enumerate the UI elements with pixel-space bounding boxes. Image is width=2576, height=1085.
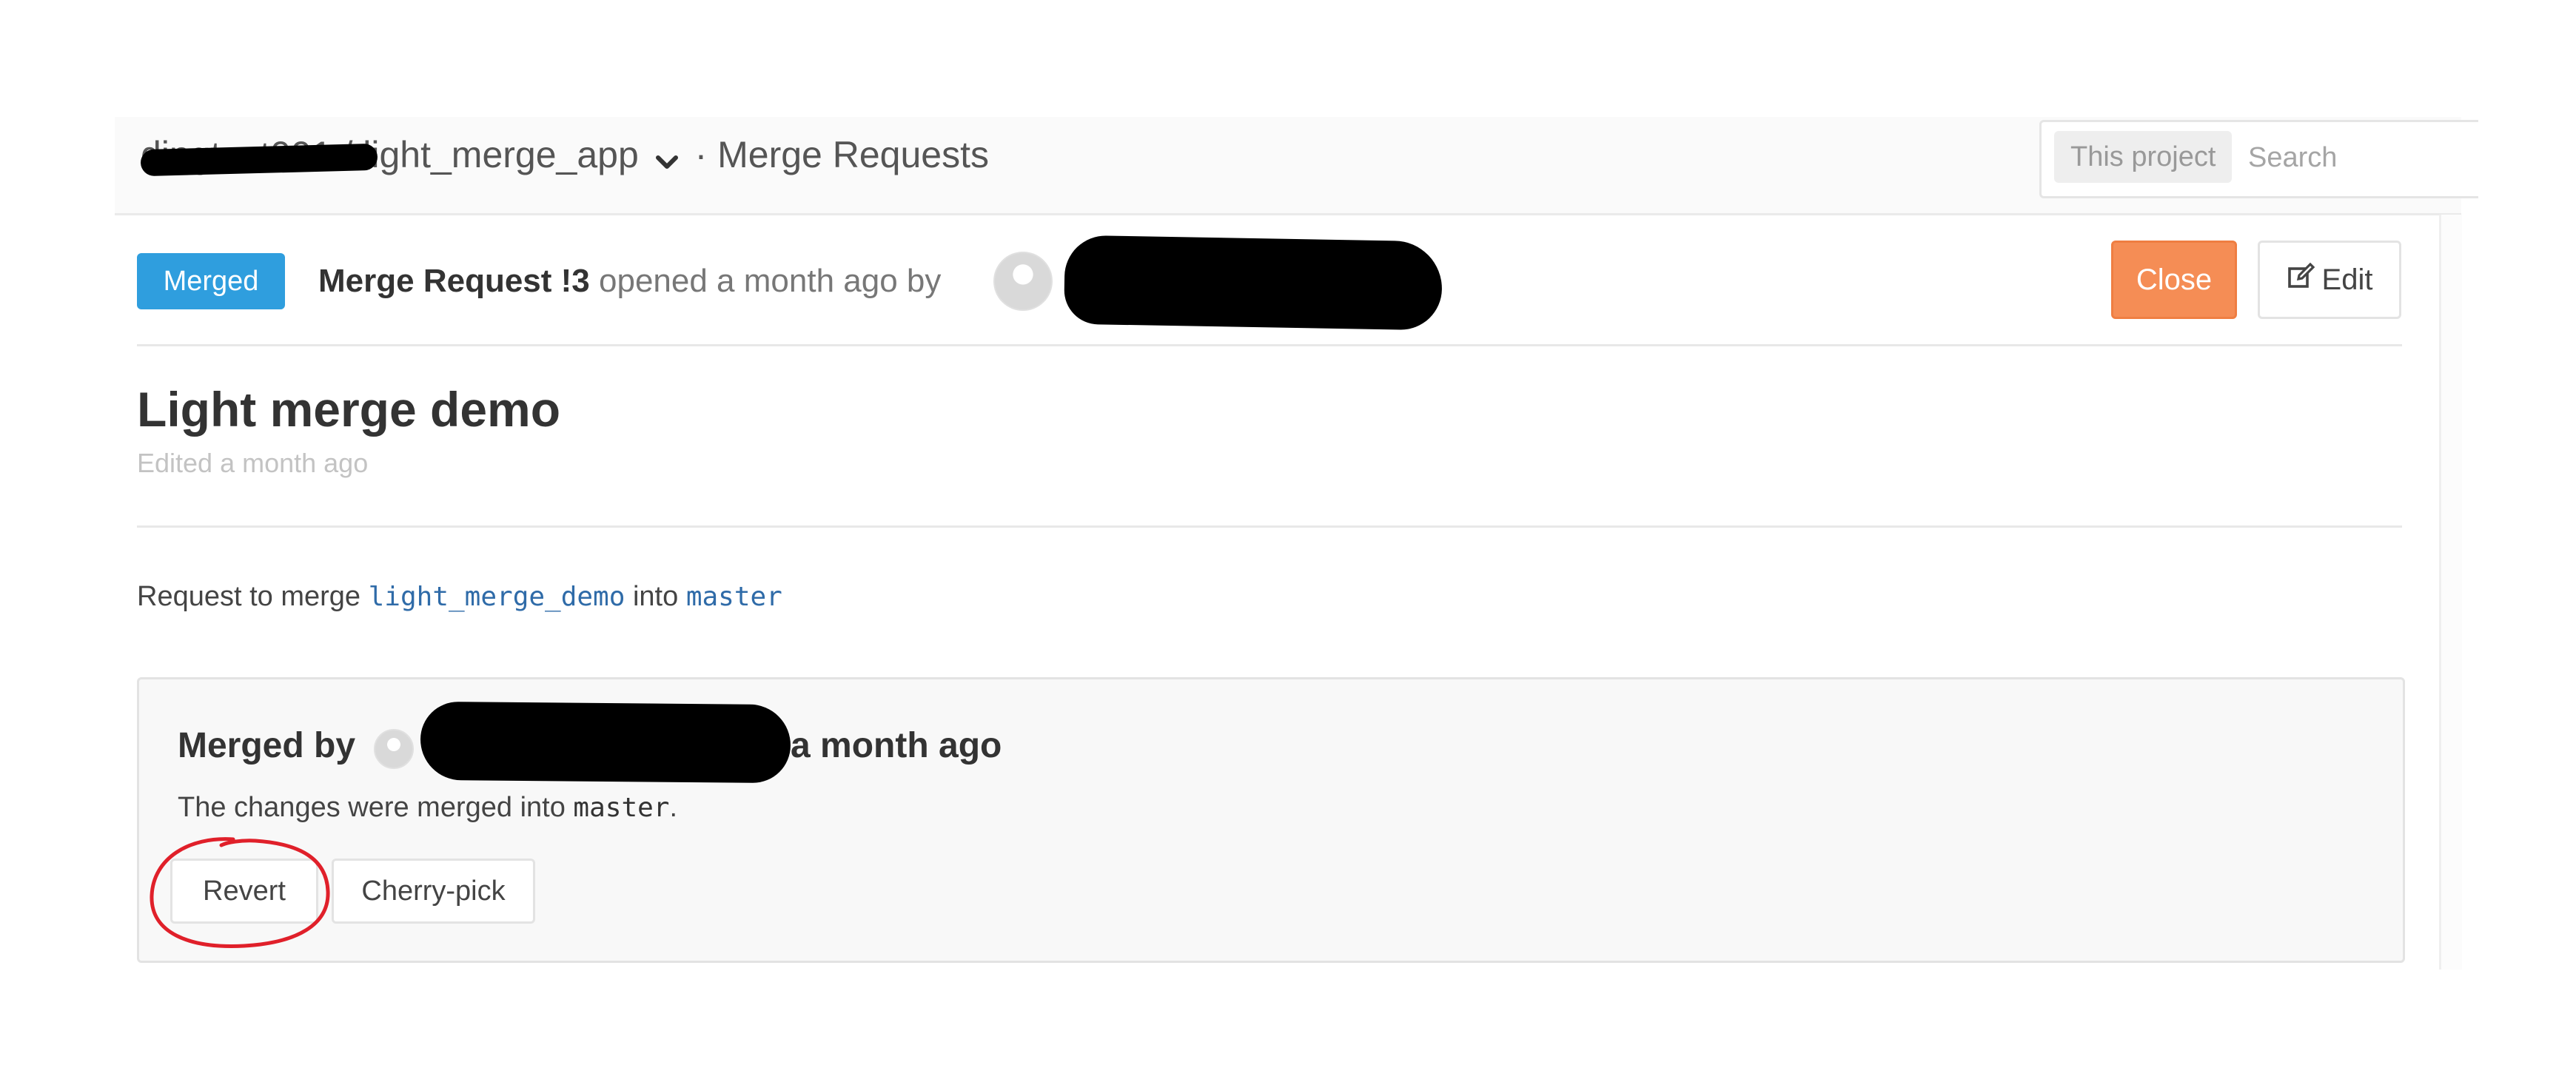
chevron-down-icon[interactable] [652, 143, 682, 172]
merge-prefix: Request to merge [137, 581, 361, 612]
close-button[interactable]: Close [2111, 241, 2237, 319]
target-branch-link[interactable]: master [686, 582, 782, 612]
scrollbar-track[interactable] [2439, 215, 2462, 970]
cherry-pick-button[interactable]: Cherry-pick [332, 859, 535, 924]
edit-icon [2287, 261, 2316, 298]
merged-by-label: Merged by [178, 726, 356, 765]
redaction-mark [420, 701, 791, 784]
redaction-mark [1063, 235, 1443, 331]
divider [137, 344, 2402, 346]
merged-into-prefix: The changes were merged into [178, 792, 566, 823]
author-avatar[interactable] [993, 252, 1053, 311]
screenshot: dingtest001 / light_merge_app · Merge Re… [0, 0, 2576, 1085]
page-title: Light merge demo [137, 382, 561, 437]
search-input[interactable] [2247, 133, 2472, 182]
merge-request-meta: Merge Request !3 opened a month ago by [318, 258, 941, 305]
breadcrumb-section-title: Merge Requests [717, 134, 989, 175]
merge-into-word: into [632, 581, 679, 612]
breadcrumb-dot-separator: · [694, 134, 708, 175]
edit-button[interactable]: Edit [2258, 241, 2401, 319]
merge-request-ref: Merge Request !3 [318, 263, 590, 299]
merge-branches-line: Request to merge light_merge_demo into m… [137, 581, 782, 613]
edit-button-label: Edit [2321, 263, 2373, 296]
breadcrumb-project-link[interactable]: light_merge_app [363, 134, 639, 175]
merged-into-branch: master [573, 793, 670, 823]
merger-avatar[interactable] [374, 729, 414, 769]
divider [137, 525, 2402, 528]
source-branch-link[interactable]: light_merge_demo [369, 582, 625, 612]
opened-text: opened a month ago by [599, 263, 942, 299]
merged-into-text: The changes were merged into master. [178, 792, 677, 824]
revert-button[interactable]: Revert [170, 859, 318, 924]
search-scope-label[interactable]: This project [2054, 131, 2233, 183]
merged-time: a month ago [791, 726, 1002, 765]
merged-into-suffix: . [669, 792, 678, 823]
status-badge: Merged [137, 253, 285, 309]
edited-timestamp: Edited a month ago [137, 448, 369, 478]
